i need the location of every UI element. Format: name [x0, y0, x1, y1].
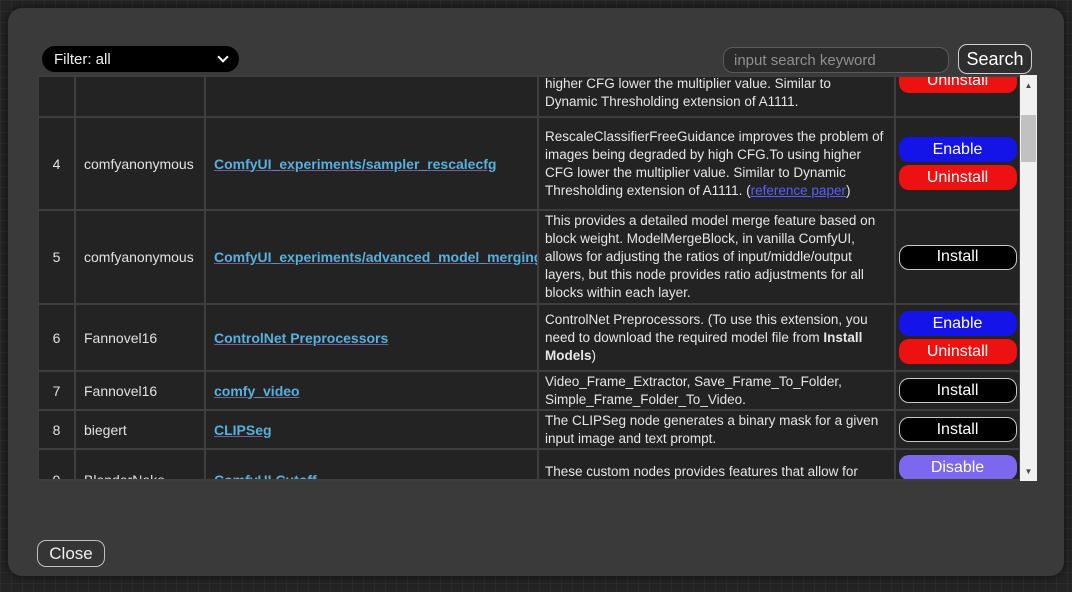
row-number-cell: 4	[38, 117, 75, 210]
scroll-up-icon[interactable]: ▲	[1020, 77, 1037, 93]
description-part: )	[592, 348, 597, 363]
author-cell: comfyanonymous	[75, 210, 205, 304]
search-button[interactable]: Search	[958, 44, 1032, 74]
table-row: 5comfyanonymous ComfyUI_experiments/advan…	[38, 210, 1020, 304]
node-name-link[interactable]: ControlNet Preprocessors	[214, 330, 388, 346]
description-cell: ControlNet Preprocessors. (To use this e…	[538, 304, 895, 371]
description-part: The CLIPSeg node generates a binary mask…	[545, 413, 878, 446]
table-row: 9BlenderNeko ComfyUI Cutoff These custom n…	[38, 449, 1020, 481]
author-cell: comfyanonymous	[75, 117, 205, 210]
row-number-cell: 5	[38, 210, 75, 304]
description-text: The CLIPSeg node generates a binary mask…	[545, 412, 888, 448]
name-cell: ComfyUI Cutoff	[205, 449, 538, 481]
reference-paper-link[interactable]: reference paper	[751, 183, 846, 198]
actions-cell: Uninstall	[895, 75, 1020, 117]
description-part: ControlNet Preprocessors. (To use this e…	[545, 312, 868, 345]
table-row: 7Fannovel16 comfy_video Video_Frame_Extrac…	[38, 371, 1020, 410]
filter-dropdown: Filter: all	[42, 46, 239, 72]
description-part: higher CFG lower the multiplier value. S…	[545, 76, 831, 109]
name-cell: CLIPSeg	[205, 410, 538, 449]
node-table: higher CFG lower the multiplier value. S…	[38, 75, 1037, 481]
node-name-link[interactable]: ComfyUI Cutoff	[214, 472, 317, 481]
uninstall-button[interactable]: Uninstall	[899, 339, 1017, 364]
row-number-cell: 7	[38, 371, 75, 410]
description-cell: RescaleClassifierFreeGuidance improves t…	[538, 117, 895, 210]
filter-select[interactable]: Filter: all	[42, 46, 239, 72]
disable-button[interactable]: Disable	[899, 455, 1017, 480]
author-cell	[75, 75, 205, 117]
description-part: This provides a detailed model merge fea…	[545, 213, 875, 300]
actions-cell: Enable Uninstall	[895, 304, 1020, 371]
actions-cell: Disable	[895, 449, 1020, 481]
description-cell: The CLIPSeg node generates a binary mask…	[538, 410, 895, 449]
enable-button[interactable]: Enable	[899, 311, 1017, 336]
enable-button[interactable]: Enable	[899, 137, 1017, 162]
custom-nodes-manager-dialog: Filter: all Search higher CFG lower the …	[8, 8, 1064, 576]
name-cell: ComfyUI_experiments/advanced_model_mergi…	[205, 210, 538, 304]
row-number-cell	[38, 75, 75, 117]
description-cell: higher CFG lower the multiplier value. S…	[538, 75, 895, 117]
close-button[interactable]: Close	[37, 540, 105, 567]
description-cell: These custom nodes provides features tha…	[538, 449, 895, 481]
description-text: RescaleClassifierFreeGuidance improves t…	[545, 128, 888, 200]
table-scrollbar[interactable]: ▲ ▼	[1020, 75, 1037, 481]
install-button[interactable]: Install	[899, 245, 1017, 270]
install-button[interactable]: Install	[899, 417, 1017, 442]
table-row: 4comfyanonymous ComfyUI_experiments/sampl…	[38, 117, 1020, 210]
table-row: higher CFG lower the multiplier value. S…	[38, 75, 1020, 117]
node-name-link[interactable]: CLIPSeg	[214, 422, 272, 438]
name-cell: comfy_video	[205, 371, 538, 410]
node-name-link[interactable]: ComfyUI_experiments/advanced_model_mergi…	[214, 249, 538, 265]
description-text: These custom nodes provides features tha…	[545, 463, 888, 481]
description-part: )	[846, 183, 851, 198]
author-cell: Fannovel16	[75, 371, 205, 410]
author-cell: biegert	[75, 410, 205, 449]
row-number-cell: 6	[38, 304, 75, 371]
description-part: These custom nodes provides features tha…	[545, 464, 858, 479]
actions-cell: Enable Uninstall	[895, 117, 1020, 210]
scroll-down-icon[interactable]: ▼	[1020, 463, 1037, 479]
description-part: Video_Frame_Extractor, Save_Frame_To_Fol…	[545, 374, 842, 407]
node-name-link[interactable]: comfy_video	[214, 383, 300, 399]
name-cell: ControlNet Preprocessors	[205, 304, 538, 371]
uninstall-button[interactable]: Uninstall	[899, 75, 1017, 93]
table-row: 6Fannovel16 ControlNet Preprocessors Contr…	[38, 304, 1020, 371]
author-cell: BlenderNeko	[75, 449, 205, 481]
author-cell: Fannovel16	[75, 304, 205, 371]
description-cell: Video_Frame_Extractor, Save_Frame_To_Fol…	[538, 371, 895, 410]
graph-canvas-background: Filter: all Search higher CFG lower the …	[0, 0, 1072, 592]
row-number-cell: 8	[38, 410, 75, 449]
node-name-link[interactable]: ComfyUI_experiments/sampler_rescalecfg	[214, 156, 496, 172]
table-viewport: higher CFG lower the multiplier value. S…	[38, 75, 1020, 481]
name-cell	[205, 75, 538, 117]
actions-cell: Install	[895, 371, 1020, 410]
name-cell: ComfyUI_experiments/sampler_rescalecfg	[205, 117, 538, 210]
actions-cell: Install	[895, 210, 1020, 304]
uninstall-button[interactable]: Uninstall	[899, 165, 1017, 190]
description-text: ControlNet Preprocessors. (To use this e…	[545, 311, 888, 365]
table-row: 8biegert CLIPSeg The CLIPSeg node generate…	[38, 410, 1020, 449]
description-text: This provides a detailed model merge fea…	[545, 212, 888, 302]
scrollbar-thumb[interactable]	[1021, 115, 1036, 162]
row-number-cell: 9	[38, 449, 75, 481]
description-text: higher CFG lower the multiplier value. S…	[545, 75, 888, 111]
description-cell: This provides a detailed model merge fea…	[538, 210, 895, 304]
search-input[interactable]	[723, 47, 949, 73]
install-button[interactable]: Install	[899, 378, 1017, 403]
table-body: higher CFG lower the multiplier value. S…	[38, 75, 1020, 481]
description-text: Video_Frame_Extractor, Save_Frame_To_Fol…	[545, 373, 888, 409]
actions-cell: Install	[895, 410, 1020, 449]
